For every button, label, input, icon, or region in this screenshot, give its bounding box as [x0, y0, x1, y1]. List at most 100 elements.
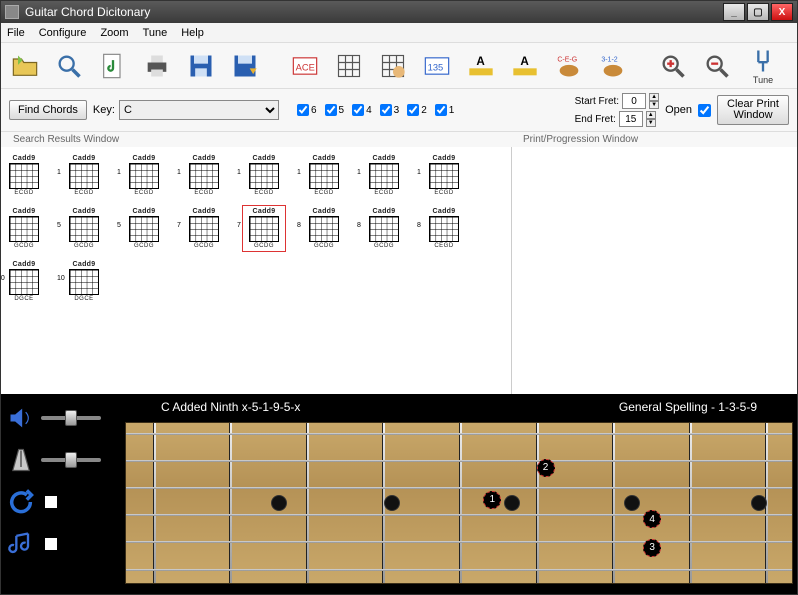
open-checkbox[interactable] [698, 104, 711, 117]
string-check-3[interactable]: 3 [380, 104, 400, 116]
menu-help[interactable]: Help [181, 27, 204, 39]
start-fret-input[interactable] [622, 93, 646, 109]
svg-text:A: A [520, 54, 529, 67]
chord-thumb[interactable]: Cadd95GCDG [65, 208, 103, 249]
close-button[interactable]: X [771, 3, 793, 21]
document-note-icon[interactable] [95, 47, 131, 85]
tuning-fork-icon[interactable] [745, 47, 781, 75]
chord-thumb[interactable]: Cadd91ECGD [125, 155, 163, 196]
metronome-icon[interactable] [7, 446, 35, 474]
chord-thumb[interactable]: Cadd91ECGD [65, 155, 103, 196]
search-results-pane: Cadd91ECGD Cadd91ECGD Cadd91ECGD Cadd91ECGD… [1, 147, 511, 394]
open-folder-icon[interactable] [7, 47, 43, 85]
speaker-icon[interactable] [7, 404, 35, 432]
menu-zoom[interactable]: Zoom [100, 27, 128, 39]
grid-icon[interactable] [331, 47, 367, 85]
start-fret-label: Start Fret: [575, 96, 619, 107]
key-label: Key: [93, 104, 115, 116]
string-check-6[interactable]: 6 [297, 104, 317, 116]
chord-thumb[interactable]: Cadd98CEGD [425, 208, 463, 249]
chord-thumb[interactable]: Cadd91ECGD [425, 155, 463, 196]
zoom-in-icon[interactable] [655, 47, 691, 85]
finger-dot: 1 [483, 491, 501, 509]
finger-dot: 3 [643, 539, 661, 557]
svg-text:A: A [476, 54, 485, 67]
svg-text:ACE: ACE [296, 62, 315, 72]
window-title: Guitar Chord Dicitonary [25, 5, 150, 19]
loop-toggle[interactable] [45, 496, 57, 508]
print-icon[interactable] [139, 47, 175, 85]
print-section-label: Print/Progression Window [523, 134, 638, 145]
chord-thumb[interactable]: Cadd98GCDG [305, 208, 343, 249]
bottom-panel: C Added Ninth x-5-1-9-5-x General Spelli… [1, 394, 797, 594]
end-fret-input[interactable] [619, 111, 643, 127]
chord-thumb[interactable]: Cadd91ECGD [245, 155, 283, 196]
chord-thumb[interactable]: Cadd97GCDG [185, 208, 223, 249]
section-labels: Search Results Window Print/Progression … [1, 132, 797, 147]
playback-controls [1, 394, 121, 594]
end-fret-label: End Fret: [575, 114, 616, 125]
app-icon [5, 5, 19, 19]
save-icon[interactable] [183, 47, 219, 85]
notes-icon[interactable] [7, 530, 35, 558]
numbers-grid-icon[interactable]: 135 [419, 47, 455, 85]
start-fret-up[interactable]: ▲ [649, 93, 659, 101]
tune-label: Tune [753, 75, 773, 85]
volume-slider[interactable] [41, 416, 101, 420]
key-select[interactable]: C [119, 100, 279, 120]
string-check-1[interactable]: 1 [435, 104, 455, 116]
fret-marker [751, 495, 767, 511]
find-chords-button[interactable]: Find Chords [9, 100, 87, 120]
svg-text:135: 135 [428, 62, 444, 72]
end-fret-up[interactable]: ▲ [646, 111, 656, 119]
chord-thumb[interactable]: Cadd97GCDG [245, 208, 283, 249]
fret-marker [271, 495, 287, 511]
menu-tune[interactable]: Tune [143, 27, 168, 39]
chord-thumb[interactable]: Cadd91ECGD [5, 155, 43, 196]
string-check-4[interactable]: 4 [352, 104, 372, 116]
guitar-312-icon[interactable]: 3-1-2 [595, 47, 631, 85]
maximize-button[interactable]: ▢ [747, 3, 769, 21]
string-check-5[interactable]: 5 [325, 104, 345, 116]
chord-thumb[interactable]: Cadd98GCDG [365, 208, 403, 249]
loop-icon[interactable] [7, 488, 35, 516]
notes-toggle[interactable] [45, 538, 57, 550]
menu-configure[interactable]: Configure [39, 27, 87, 39]
menu-bar: File Configure Zoom Tune Help [1, 23, 797, 43]
controls-bar: Find Chords Key: C 6 5 4 3 2 1 Start Fre… [1, 89, 797, 132]
fretboard-neck[interactable]: 1234 [125, 422, 793, 584]
grid-hand-icon[interactable] [375, 47, 411, 85]
chord-thumb[interactable]: Cadd95GCDG [5, 208, 43, 249]
chord-thumb[interactable]: Cadd91ECGD [185, 155, 223, 196]
menu-file[interactable]: File [7, 27, 25, 39]
fretboard-area: C Added Ninth x-5-1-9-5-x General Spelli… [121, 394, 797, 594]
ruler-a2-icon[interactable]: A [507, 47, 543, 85]
search-icon[interactable] [51, 47, 87, 85]
guitar-ceg-icon[interactable]: C-E-G [551, 47, 587, 85]
print-progression-pane [511, 147, 797, 394]
chord-thumb[interactable]: Cadd910DGCE [5, 261, 43, 302]
chord-name-label: C Added Ninth x-5-1-9-5-x [161, 400, 459, 414]
letters-grid-icon[interactable]: ACE [287, 47, 323, 85]
minimize-button[interactable]: _ [723, 3, 745, 21]
clear-print-button[interactable]: Clear Print Window [717, 95, 789, 125]
svg-text:C-E-G: C-E-G [557, 56, 577, 63]
svg-text:3-1-2: 3-1-2 [601, 56, 617, 63]
finger-dot: 4 [643, 510, 661, 528]
zoom-out-icon[interactable] [699, 47, 735, 85]
chord-thumb[interactable]: Cadd910DGCE [65, 261, 103, 302]
chord-thumb[interactable]: Cadd95GCDG [125, 208, 163, 249]
chord-thumb[interactable]: Cadd91ECGD [365, 155, 403, 196]
end-fret-down[interactable]: ▼ [646, 119, 656, 127]
toolbar: ACE 135 A A C-E-G 3-1-2 Tune [1, 43, 797, 89]
tempo-slider[interactable] [41, 458, 101, 462]
start-fret-down[interactable]: ▼ [649, 101, 659, 109]
results-section-label: Search Results Window [13, 134, 523, 145]
title-bar: Guitar Chord Dicitonary _ ▢ X [1, 1, 797, 23]
save-as-icon[interactable] [227, 47, 263, 85]
chord-thumb[interactable]: Cadd91ECGD [305, 155, 343, 196]
fret-marker [624, 495, 640, 511]
open-label: Open [665, 104, 692, 116]
string-check-2[interactable]: 2 [407, 104, 427, 116]
ruler-a-icon[interactable]: A [463, 47, 499, 85]
